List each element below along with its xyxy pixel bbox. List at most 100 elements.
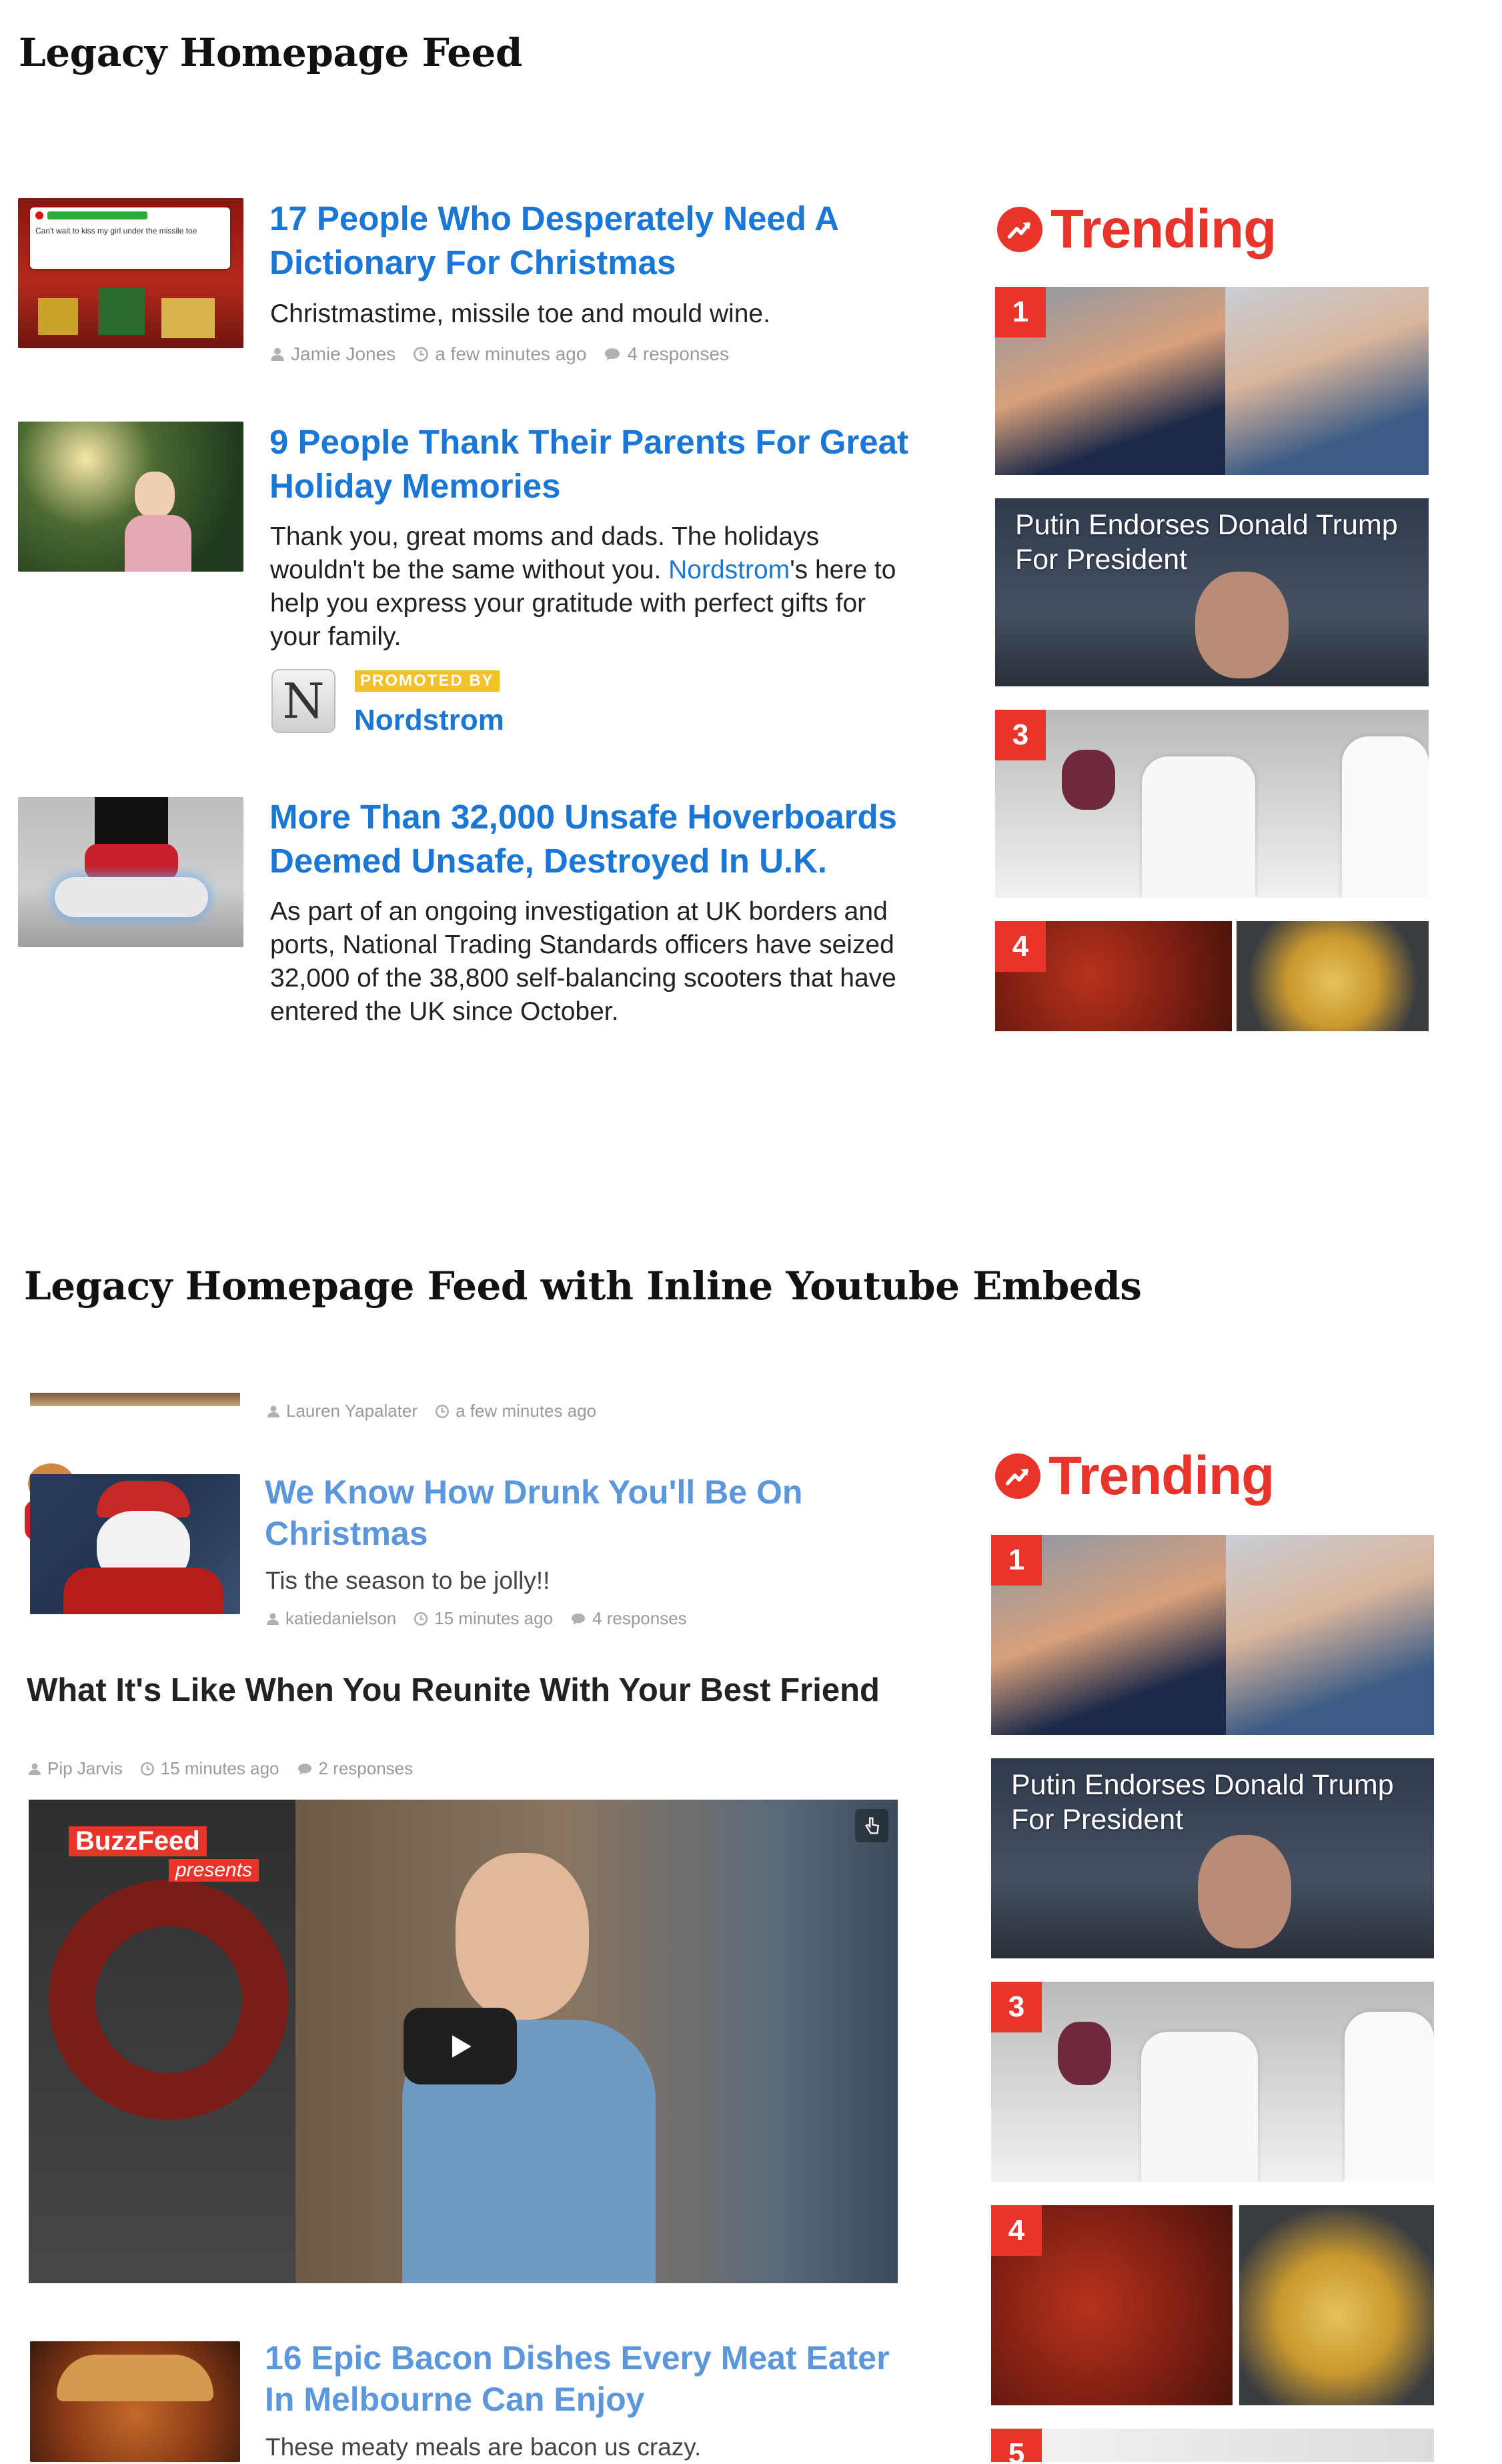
- post-meta: katiedanielson 15 minutes ago 4 response…: [266, 1608, 704, 1629]
- caption-line: Putin Endorses Donald Trump: [1015, 509, 1398, 541]
- timestamp: a few minutes ago: [435, 1401, 596, 1421]
- timestamp: 15 minutes ago: [414, 1608, 553, 1629]
- chef-left: [1142, 756, 1255, 898]
- video-post-headline[interactable]: What It's Like When You Reunite With You…: [27, 1672, 880, 1709]
- author[interactable]: Jamie Jones: [270, 344, 396, 365]
- trending-item-4[interactable]: 4: [991, 2205, 1434, 2405]
- shoes: [85, 844, 178, 880]
- legs: [95, 797, 168, 847]
- trending-item-3[interactable]: 3: [991, 1982, 1434, 2182]
- thumb-card-dot: [35, 211, 43, 219]
- trending-image-face: [1198, 1835, 1291, 1948]
- clock-icon: [140, 1762, 155, 1776]
- description-line: entered the UK since October.: [270, 997, 619, 1026]
- description-line: help you express your gratitude with per…: [270, 589, 866, 618]
- sponsor-name[interactable]: Nordstrom: [354, 704, 504, 737]
- trending-header: Trending: [997, 198, 1277, 261]
- description-line: ports, National Trading Standards office…: [270, 931, 894, 959]
- timestamp: a few minutes ago: [413, 344, 586, 365]
- author[interactable]: Pip Jarvis: [28, 1758, 123, 1779]
- trending-item-1[interactable]: 1: [991, 1535, 1434, 1735]
- description-text: 's here to: [790, 556, 896, 584]
- burger-bun: [57, 2355, 213, 2401]
- post-description: Christmastime, missile toe and mould win…: [270, 299, 770, 328]
- thumb-card: Can't wait to kiss my girl under the mis…: [30, 207, 230, 269]
- description-line: Thank you, great moms and dads. The holi…: [270, 522, 820, 551]
- post-thumbnail-santa[interactable]: [30, 1474, 240, 1614]
- trending-label: Trending: [1050, 199, 1277, 259]
- gift-box-3: [161, 298, 215, 338]
- post-headline-holiday-memories[interactable]: 9 People Thank Their Parents For Great H…: [269, 420, 908, 508]
- trending-number: 4: [995, 921, 1046, 972]
- description-line: wouldn't be the same without you. Nordst…: [270, 554, 896, 587]
- sponsor-logo[interactable]: N: [271, 669, 335, 733]
- post-headline-drunk-christmas[interactable]: We Know How Drunk You'll Be On Christmas: [265, 1471, 802, 1554]
- headline-line: Holiday Memories: [269, 467, 561, 505]
- play-button[interactable]: [404, 2008, 517, 2084]
- headline-line: Christmas: [265, 1515, 428, 1552]
- post-thumbnail-hoverboards[interactable]: [18, 797, 243, 947]
- promoted-by-badge: PROMOTED BY: [355, 670, 500, 692]
- post-meta: Lauren Yapalater a few minutes ago: [267, 1401, 614, 1421]
- trending-icon: [997, 207, 1042, 252]
- caption-line: For President: [1015, 544, 1188, 576]
- caption-line: Putin Endorses Donald Trump: [1011, 1769, 1394, 1801]
- trending-item-3[interactable]: 3: [995, 710, 1429, 898]
- trending-item-1[interactable]: 1: [995, 287, 1429, 475]
- trending-caption: Putin Endorses Donald Trump For Presiden…: [1011, 1768, 1421, 1837]
- post-thumbnail-holiday-memories[interactable]: [18, 422, 243, 572]
- responses-count[interactable]: 2 responses: [297, 1758, 413, 1779]
- trending-number: 1: [995, 287, 1046, 338]
- post-description: These meaty meals are bacon us crazy.: [265, 2433, 702, 2461]
- post-headline-bacon[interactable]: 16 Epic Bacon Dishes Every Meat Eater In…: [265, 2337, 890, 2420]
- sponsor-link[interactable]: Nordstrom: [668, 556, 790, 584]
- post-headline-dictionary[interactable]: 17 People Who Desperately Need A Diction…: [269, 197, 839, 285]
- trending-item-4[interactable]: 4: [995, 921, 1429, 1031]
- chef-left: [1141, 2032, 1258, 2182]
- responses-count[interactable]: 4 responses: [604, 344, 729, 365]
- post-headline-hoverboards[interactable]: More Than 32,000 Unsafe Hoverboards Deem…: [269, 795, 897, 883]
- trending-number: 5: [991, 2429, 1042, 2462]
- post-description: As part of an ongoing investigation at U…: [270, 895, 896, 1029]
- pointer-icon: [864, 1817, 880, 1834]
- trending-image-pasta: [1237, 921, 1429, 1031]
- trending-caption: Putin Endorses Donald Trump For Presiden…: [1015, 508, 1415, 577]
- responses-count[interactable]: 4 responses: [570, 1608, 687, 1629]
- play-icon: [452, 2034, 472, 2058]
- user-icon: [28, 1762, 41, 1776]
- author[interactable]: katiedanielson: [266, 1608, 396, 1629]
- user-icon: [267, 1405, 280, 1418]
- headline-line: 17 People Who Desperately Need A: [269, 199, 840, 237]
- thumb-card-bar: [47, 211, 147, 219]
- share-icon[interactable]: [855, 1809, 888, 1842]
- post-thumbnail-dictionary[interactable]: Can't wait to kiss my girl under the mis…: [18, 198, 243, 348]
- trending-item-5[interactable]: 5: [991, 2429, 1434, 2462]
- description-line: As part of an ongoing investigation at U…: [270, 897, 888, 926]
- trending-number: 3: [995, 710, 1046, 760]
- clock-icon: [414, 1612, 428, 1626]
- brand-name: BuzzFeed: [69, 1826, 207, 1856]
- headline-line: More Than 32,000 Unsafe Hoverboards: [269, 798, 897, 836]
- child-face: [135, 472, 175, 518]
- chef-right: [1342, 736, 1429, 898]
- youtube-embed[interactable]: BuzzFeed presents: [29, 1800, 898, 2283]
- trending-item-2[interactable]: Putin Endorses Donald Trump For Presiden…: [995, 498, 1429, 686]
- sponsor-logo-letter: N: [282, 673, 325, 729]
- child-body: [125, 515, 191, 572]
- headline-line: 9 People Thank Their Parents For Great: [269, 423, 908, 461]
- trending-item-2[interactable]: Putin Endorses Donald Trump For Presiden…: [991, 1758, 1434, 1958]
- trending-image-right: [1226, 1535, 1434, 1735]
- description-line: your family.: [270, 622, 402, 651]
- trending-number: 1: [991, 1535, 1042, 1586]
- post-thumbnail-bacon[interactable]: [30, 2341, 240, 2462]
- person-head: [456, 1853, 589, 2020]
- buzzfeed-brand: BuzzFeed presents: [69, 1826, 269, 1882]
- trending-label: Trending: [1048, 1445, 1275, 1506]
- meat: [1062, 750, 1115, 810]
- wreath: [49, 1880, 289, 2120]
- cropped-thumbnail[interactable]: [30, 1393, 240, 1406]
- author[interactable]: Lauren Yapalater: [267, 1401, 418, 1421]
- clock-icon: [413, 346, 429, 362]
- description-text: wouldn't be the same without you.: [270, 556, 669, 584]
- user-icon: [266, 1612, 279, 1626]
